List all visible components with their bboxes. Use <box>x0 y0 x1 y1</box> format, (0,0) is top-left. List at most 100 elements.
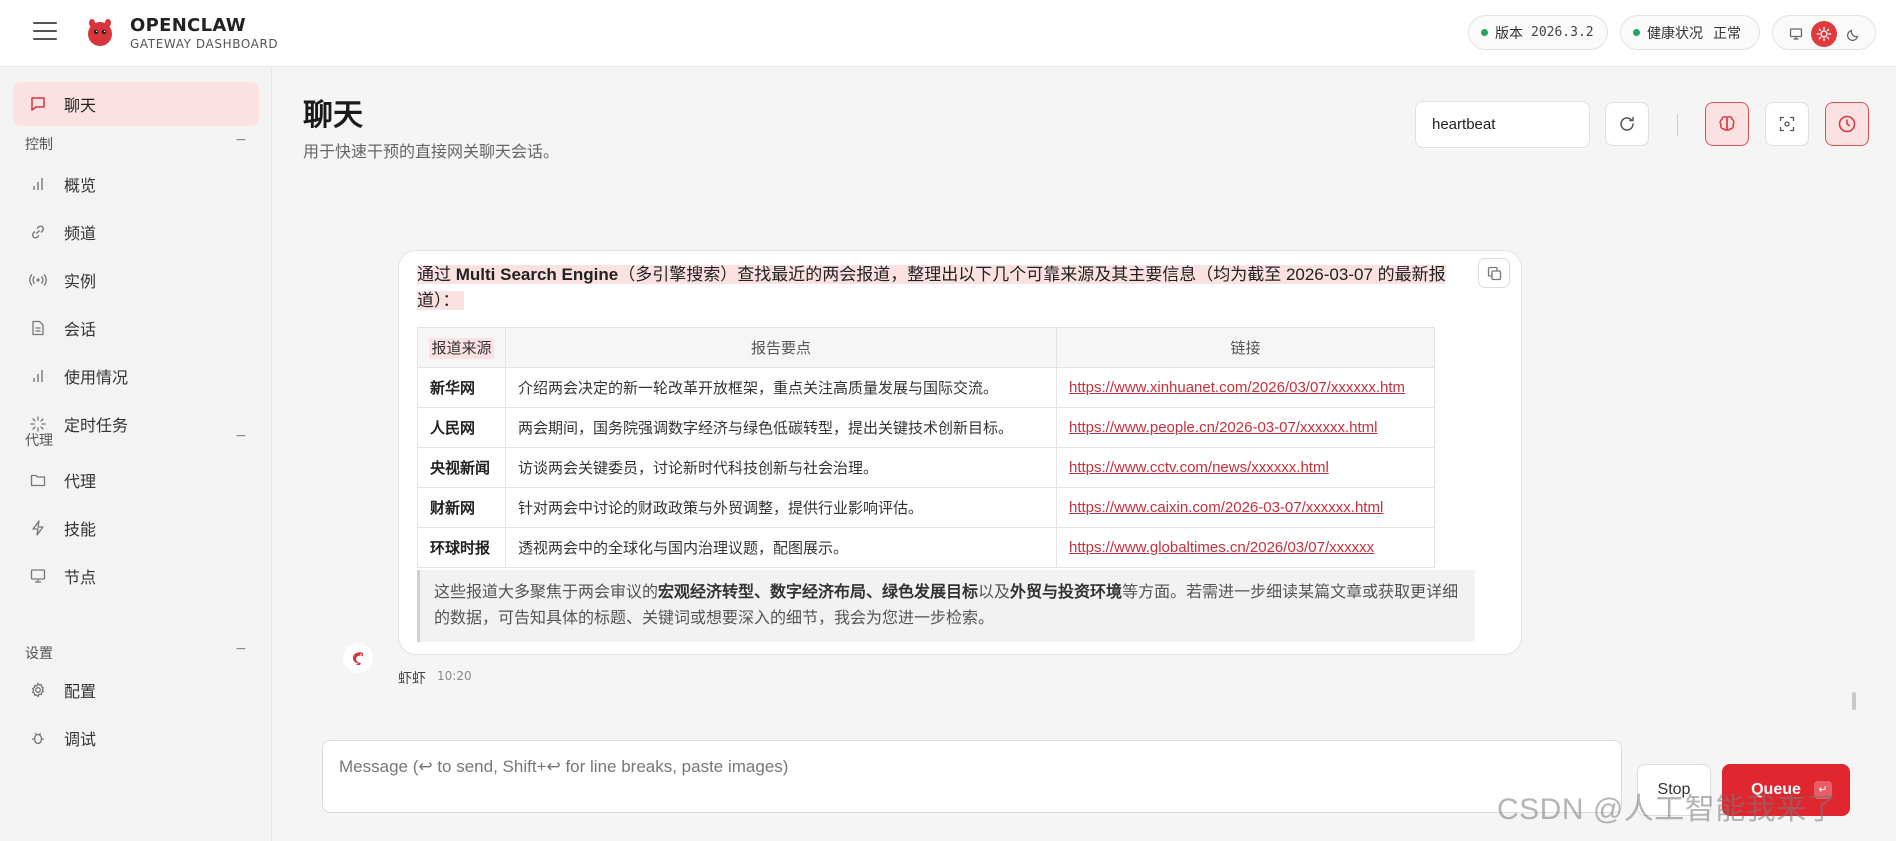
sidebar-item-config[interactable]: 配置 <box>13 668 259 712</box>
version-pill: 版本 2026.3.2 <box>1468 15 1608 50</box>
sidebar-item-label: 频道 <box>64 224 97 243</box>
sidebar-item-skills[interactable]: 技能 <box>13 506 259 550</box>
page-title: 聊天 <box>303 98 363 133</box>
focus-icon <box>1779 116 1795 132</box>
collapse-control-icon[interactable]: − <box>235 132 247 148</box>
sidebar-item-label: 实例 <box>64 272 97 291</box>
collapse-settings-icon[interactable]: − <box>235 641 247 657</box>
message-timestamp: 10:20 <box>437 669 472 683</box>
brand-subtitle: GATEWAY DASHBOARD <box>130 37 279 51</box>
monitor-icon[interactable] <box>1783 21 1809 47</box>
document-icon <box>28 318 48 338</box>
sidebar-item-label: 会话 <box>64 320 97 339</box>
source-cell: 环球时报 <box>417 527 506 568</box>
point-cell: 访谈两会关键委员，讨论新时代科技创新与社会治理。 <box>505 447 1057 488</box>
sidebar-item-label: 技能 <box>64 520 97 539</box>
source-link[interactable]: https://www.caixin.com/2026-03-07/xxxxxx… <box>1069 499 1383 516</box>
page-subtitle: 用于快速干预的直接网关聊天会话。 <box>303 142 560 161</box>
table-header: 链接 <box>1056 327 1435 368</box>
folder-icon <box>28 470 48 490</box>
source-link[interactable]: https://www.globaltimes.cn/2026/03/07/xx… <box>1069 539 1374 556</box>
sources-table: 报道来源 报告要点 链接 新华网 介绍两会决定的新一轮改革开放框架，重点关注高质… <box>417 327 1435 568</box>
source-cell: 财新网 <box>417 487 506 528</box>
version-label: 版本 <box>1495 25 1523 42</box>
session-key-input[interactable] <box>1415 101 1590 148</box>
link-cell: https://www.people.cn/2026-03-07/xxxxxx.… <box>1056 407 1435 448</box>
point-cell: 透视两会中的全球化与国内治理议题，配图展示。 <box>505 527 1057 568</box>
section-control-label: 控制 <box>25 137 53 153</box>
sidebar-item-label: 概览 <box>64 176 97 195</box>
sidebar-item-nodes[interactable]: 节点 <box>13 554 259 598</box>
scrollbar-thumb[interactable] <box>1852 692 1856 710</box>
point-cell: 介绍两会决定的新一轮改革开放框架，重点关注高质量发展与国际交流。 <box>505 367 1057 408</box>
cron-sessions-button[interactable] <box>1825 102 1869 146</box>
clock-icon <box>1838 115 1856 133</box>
sidebar-item-label: 调试 <box>64 730 97 749</box>
sidebar-item-debug[interactable]: 调试 <box>13 716 259 760</box>
point-cell: 针对两会中讨论的财政政策与外贸调整，提供行业影响评估。 <box>505 487 1057 528</box>
sidebar-item-chat[interactable]: 聊天 <box>13 82 259 126</box>
bar-chart-icon <box>28 174 48 194</box>
sidebar-item-sessions[interactable]: 会话 <box>13 306 259 350</box>
sidebar-item-label: 使用情况 <box>64 368 129 387</box>
section-agent-label: 代理 <box>25 433 53 449</box>
collapse-agent-icon[interactable]: − <box>235 428 247 444</box>
link-cell: https://www.cctv.com/news/xxxxxx.html <box>1056 447 1435 488</box>
message-intro: 通过 Multi Search Engine（多引擎搜索）查找最近的两会报道，整… <box>417 262 1453 314</box>
shrimp-icon <box>353 652 363 665</box>
top-bar: OPENCLAW GATEWAY DASHBOARD 版本 2026.3.2 健… <box>0 0 1896 67</box>
sun-icon[interactable] <box>1811 21 1837 47</box>
message-input[interactable] <box>322 740 1622 813</box>
source-link[interactable]: https://www.xinhuanet.com/2026/03/07/xxx… <box>1069 379 1405 396</box>
source-link[interactable]: https://www.cctv.com/news/xxxxxx.html <box>1069 459 1329 476</box>
link-icon <box>28 222 48 242</box>
lobster-logo-icon <box>88 19 112 46</box>
section-settings-label: 设置 <box>25 646 53 662</box>
brain-icon <box>1719 115 1735 131</box>
sidebar-item-instances[interactable]: 实例 <box>13 258 259 302</box>
sidebar-item-overview[interactable]: 概览 <box>13 162 259 206</box>
sidebar-item-label: 定时任务 <box>64 416 129 435</box>
gear-icon <box>28 680 48 700</box>
table-row: 人民网 两会期间，国务院强调数字经济与绿色低碳转型，提出关键技术创新目标。 ht… <box>417 407 1435 448</box>
sidebar-item-label: 节点 <box>64 568 97 587</box>
radio-signal-icon <box>28 270 48 290</box>
sender-name: 虾虾 <box>398 671 426 687</box>
health-value: 正常 <box>1713 25 1741 42</box>
focus-mode-button[interactable] <box>1765 102 1809 146</box>
sidebar: 聊天 控制 − 概览 频道 实例 会话 使用情况 定时任务 代理 − 代理 技能… <box>0 68 272 841</box>
source-cell: 人民网 <box>417 407 506 448</box>
menu-icon[interactable] <box>33 22 57 42</box>
copy-message-button[interactable] <box>1478 258 1510 288</box>
sidebar-item-label: 聊天 <box>64 96 97 115</box>
source-link[interactable]: https://www.people.cn/2026-03-07/xxxxxx.… <box>1069 419 1377 436</box>
thinking-toggle-button[interactable] <box>1705 102 1749 146</box>
sidebar-item-usage[interactable]: 使用情况 <box>13 354 259 398</box>
assistant-avatar <box>343 643 373 673</box>
toolbar-divider <box>1677 114 1678 136</box>
version-value: 2026.3.2 <box>1531 25 1594 40</box>
intro-text-pre: 通过 <box>417 265 456 284</box>
chat-bubble-icon <box>28 94 48 114</box>
copy-icon <box>1487 266 1501 280</box>
theme-switcher <box>1772 15 1876 50</box>
health-dot-icon <box>1633 29 1640 36</box>
sidebar-item-label: 配置 <box>64 682 97 701</box>
lightning-icon <box>28 518 48 538</box>
source-cell: 央视新闻 <box>417 447 506 488</box>
status-dot-icon <box>1481 29 1488 36</box>
summary-blockquote: 这些报道大多聚焦于两会审议的宏观经济转型、数字经济布局、绿色发展目标以及外贸与投… <box>417 570 1475 642</box>
link-cell: https://www.xinhuanet.com/2026/03/07/xxx… <box>1056 367 1435 408</box>
sidebar-item-label: 代理 <box>64 472 97 491</box>
intro-text-bold: Multi Search Engine <box>455 265 619 284</box>
moon-icon[interactable] <box>1841 21 1867 47</box>
sidebar-item-agent[interactable]: 代理 <box>13 458 259 502</box>
table-header-row: 报道来源 报告要点 链接 <box>417 327 1435 368</box>
table-row: 环球时报 透视两会中的全球化与国内治理议题，配图展示。 https://www.… <box>417 527 1435 568</box>
sidebar-item-channels[interactable]: 频道 <box>13 210 259 254</box>
monitor-icon <box>28 566 48 586</box>
table-row: 新华网 介绍两会决定的新一轮改革开放框架，重点关注高质量发展与国际交流。 htt… <box>417 367 1435 408</box>
link-cell: https://www.caixin.com/2026-03-07/xxxxxx… <box>1056 487 1435 528</box>
refresh-button[interactable] <box>1605 102 1649 146</box>
link-cell: https://www.globaltimes.cn/2026/03/07/xx… <box>1056 527 1435 568</box>
